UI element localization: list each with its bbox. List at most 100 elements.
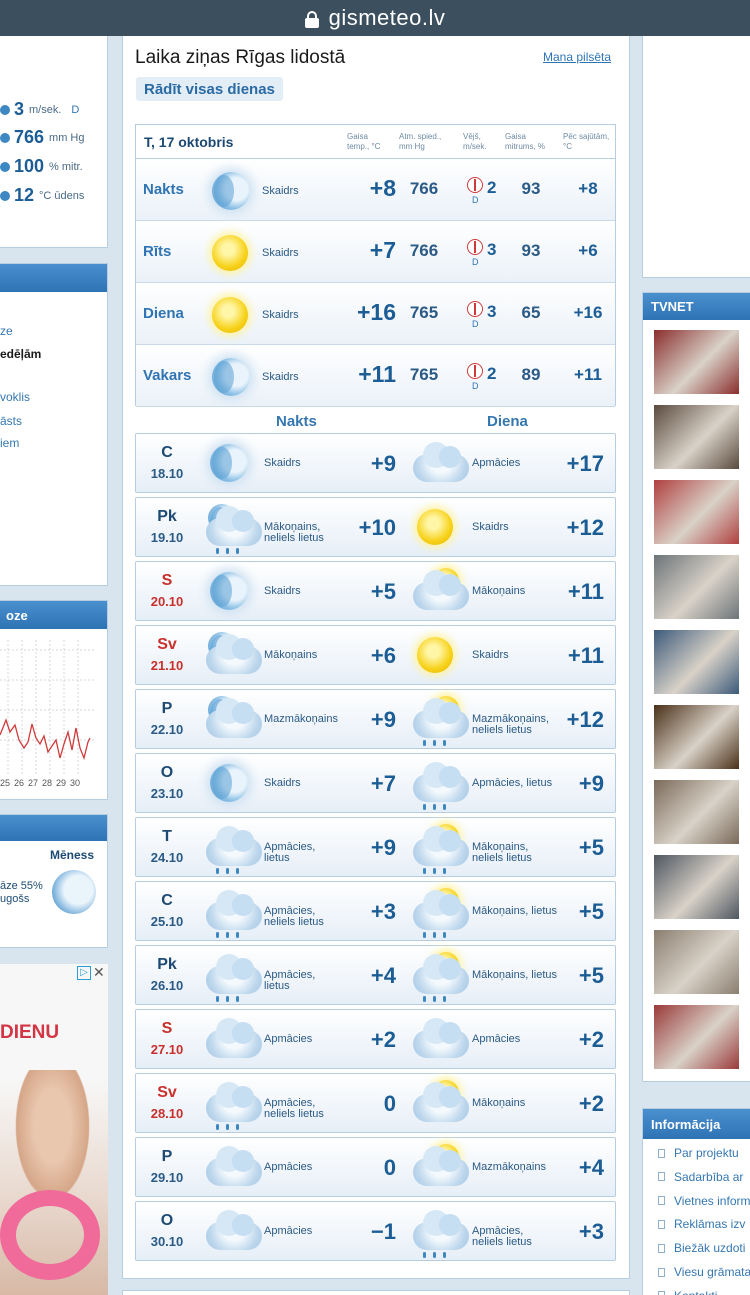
day-temperature: +5 [578, 835, 604, 860]
tvnet-title: TVNET [651, 299, 694, 314]
night-column-header: Nakts [276, 413, 317, 430]
cloud-icon [204, 1144, 262, 1192]
left-nav-link[interactable]: voklis [0, 390, 30, 404]
daily-forecast-row[interactable]: C 18.10 Skaidrs +9 Apmācies +17 [135, 433, 616, 493]
night-condition: Apmācies, neliels lietus [264, 1097, 324, 1120]
wind-cell: D3 [467, 301, 507, 329]
info-link[interactable]: Sadarbība ar [658, 1170, 743, 1184]
info-link[interactable]: Par projektu [658, 1146, 739, 1160]
moon-cloud-rain-icon [204, 504, 262, 554]
current-condition-row: 3 m/sek. D [0, 99, 79, 120]
info-link[interactable]: Biežāk uzdoti [658, 1241, 745, 1255]
info-link[interactable]: Reklāmas izv [658, 1217, 745, 1231]
news-thumbnail[interactable] [654, 630, 739, 694]
left-nav-link[interactable]: iem [0, 436, 19, 450]
day-condition: Mākoņains [472, 585, 526, 597]
condition-text: Skaidrs [262, 309, 299, 321]
news-thumbnail[interactable] [654, 705, 739, 769]
col-header-pressure: Atm. spied., mm Hg [399, 132, 442, 151]
news-thumbnail[interactable] [654, 405, 739, 469]
daily-forecast-row[interactable]: P 22.10 Mazmākoņains +9 Mazmākoņains, neliel… [135, 689, 616, 749]
day-temperature: +3 [578, 1219, 604, 1244]
news-thumbnail[interactable] [654, 555, 739, 619]
ad-close-icon[interactable]: ✕ [93, 964, 105, 981]
daily-forecast-row[interactable]: C 25.10 Apmācies, neliels lietus +3 Mākoņain… [135, 881, 616, 941]
ad-choices-icon[interactable]: ▷ [77, 966, 91, 980]
day-condition: Mākoņains, lietus [472, 905, 557, 917]
current-condition-row: 766 mm Hg [0, 127, 95, 148]
day-condition: Skaidrs [472, 521, 509, 533]
day-of-week: P [161, 700, 173, 717]
day-temperature: +11 [567, 643, 604, 668]
wind-speed: 2 [487, 364, 497, 383]
browser-url-bar[interactable]: gismeteo.lv [0, 0, 750, 36]
wind-compass-icon [467, 177, 483, 193]
left-nav-link[interactable]: edēļām [0, 347, 41, 361]
document-icon [658, 1219, 665, 1229]
daily-forecast-row[interactable]: Sv 21.10 Mākoņains +6 Skaidrs +11 [135, 625, 616, 685]
day-of-week: Sv [157, 636, 177, 653]
info-link[interactable]: Vietnes inform [658, 1194, 750, 1208]
sun-icon [206, 292, 254, 340]
news-thumbnail[interactable] [654, 480, 739, 544]
day-condition: Skaidrs [472, 649, 509, 661]
night-temperature: +2 [370, 1027, 396, 1052]
sun-cloud-icon [411, 568, 469, 616]
day-date: 25.10 [150, 914, 184, 929]
pressure-value: 765 [409, 303, 439, 322]
page-title: Laika ziņas Rīgas lidostā [135, 47, 346, 68]
day-date: 22.10 [150, 722, 184, 737]
cloud-icon [204, 1208, 262, 1256]
day-temperature: +11 [567, 579, 604, 604]
ad-flamingo-float-image [0, 1190, 100, 1280]
moon-icon [204, 440, 252, 488]
info-link-label: Biežāk uzdoti [674, 1241, 746, 1256]
ad-headline: DIENU [0, 1022, 60, 1043]
news-thumbnail[interactable] [654, 930, 739, 994]
news-thumbnail[interactable] [654, 780, 739, 844]
left-nav-link[interactable]: āsts [0, 414, 22, 428]
chart-tick-label: 27 [28, 778, 39, 788]
daily-forecast-row[interactable]: S 27.10 Apmācies +2 Apmācies +2 [135, 1009, 616, 1069]
info-link[interactable]: Viesu grāmata [658, 1265, 750, 1279]
wind-cell: D2 [467, 363, 507, 391]
my-city-link[interactable]: Mana pilsēta [543, 50, 611, 64]
moon-label: Mēness [50, 848, 95, 862]
air-temperature: +8 [369, 175, 396, 201]
moon-trend-text: ugošs [0, 893, 30, 905]
daily-forecast-row[interactable]: S 20.10 Skaidrs +5 Mākoņains +11 [135, 561, 616, 621]
night-temperature: 0 [383, 1091, 396, 1116]
moon-phase-text: āze 55% [0, 880, 43, 892]
daily-forecast-row[interactable]: T 24.10 Apmācies, lietus +9 Mākoņains, nelie… [135, 817, 616, 877]
daily-forecast-row[interactable]: Pk 19.10 Mākoņains, neliels lietus +10 Skaid… [135, 497, 616, 557]
night-condition: Apmācies, lietus [264, 969, 316, 992]
daily-forecast-row[interactable]: Sv 28.10 Apmācies, neliels lietus 0 Mākoņain… [135, 1073, 616, 1133]
humidity-value: 65 [521, 303, 541, 322]
left-nav-link[interactable]: ze [0, 324, 13, 338]
tvnet-header: TVNET [643, 293, 750, 320]
news-thumbnail[interactable] [654, 855, 739, 919]
wind-direction: D [472, 195, 479, 205]
info-link[interactable]: Kontakti [658, 1289, 717, 1295]
daily-forecast-row[interactable]: O 23.10 Skaidrs +7 Apmācies, lietus +9 [135, 753, 616, 813]
today-period-row: Diena Skaidrs +16 765 D 3 65 +16 [136, 283, 615, 345]
daily-forecast-row[interactable]: Pk 26.10 Apmācies, lietus +4 Mākoņains, liet… [135, 945, 616, 1005]
document-icon [658, 1148, 665, 1158]
sun-icon [206, 230, 254, 278]
chart-tick-label: 25 [0, 778, 11, 788]
pressure-value: 766 [409, 179, 439, 198]
night-condition: Apmācies [264, 1161, 313, 1173]
current-unit: °C ūdens [39, 189, 85, 202]
night-condition: Apmācies [264, 1033, 313, 1045]
daily-forecast-row[interactable]: O 30.10 Apmācies −1 Apmācies, neliels lietus… [135, 1201, 616, 1261]
day-condition: Apmācies, lietus [472, 777, 553, 789]
wind-speed: 3 [487, 240, 497, 259]
condition-text: Skaidrs [262, 247, 299, 259]
document-icon [658, 1196, 665, 1206]
current-unit: m/sek. [29, 103, 62, 116]
daily-forecast-row[interactable]: P 29.10 Apmācies 0 Mazmākoņains +4 [135, 1137, 616, 1197]
news-thumbnail[interactable] [654, 330, 739, 394]
humidity-drop-icon [0, 161, 10, 172]
news-thumbnail[interactable] [654, 1005, 739, 1069]
show-all-days-button[interactable]: Rādīt visas dienas [136, 77, 283, 101]
